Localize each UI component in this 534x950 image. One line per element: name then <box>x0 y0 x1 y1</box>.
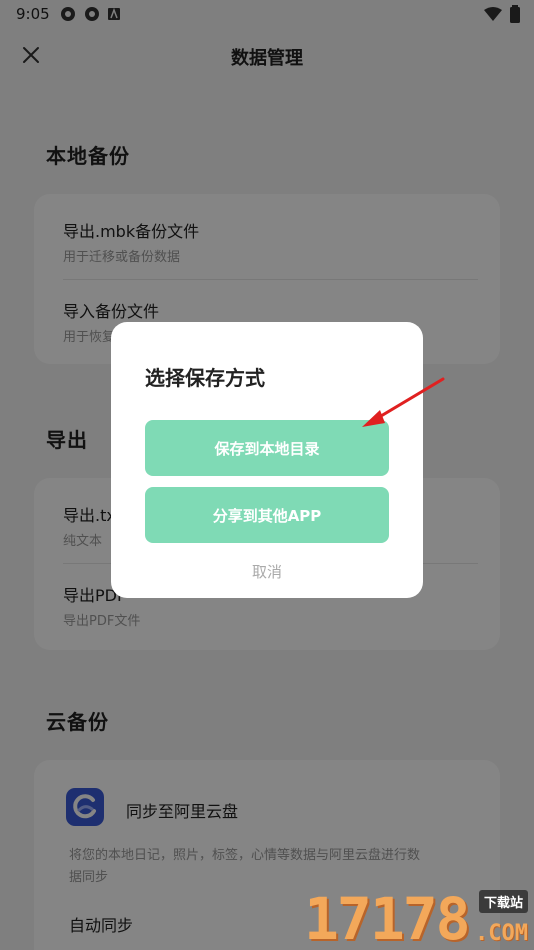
share-app-button[interactable]: 分享到其他APP <box>145 487 389 543</box>
watermark-number: 17178 <box>304 885 471 950</box>
watermark-logo: 17178 下载站 .COM <box>304 890 528 948</box>
watermark-com: .COM <box>475 921 528 946</box>
cancel-button[interactable]: 取消 <box>111 561 423 582</box>
save-local-button[interactable]: 保存到本地目录 <box>145 420 389 476</box>
watermark-badge: 下载站 <box>478 890 528 913</box>
dialog-title: 选择保存方式 <box>145 366 265 390</box>
save-method-dialog: 选择保存方式 保存到本地目录 分享到其他APP 取消 <box>111 322 423 598</box>
